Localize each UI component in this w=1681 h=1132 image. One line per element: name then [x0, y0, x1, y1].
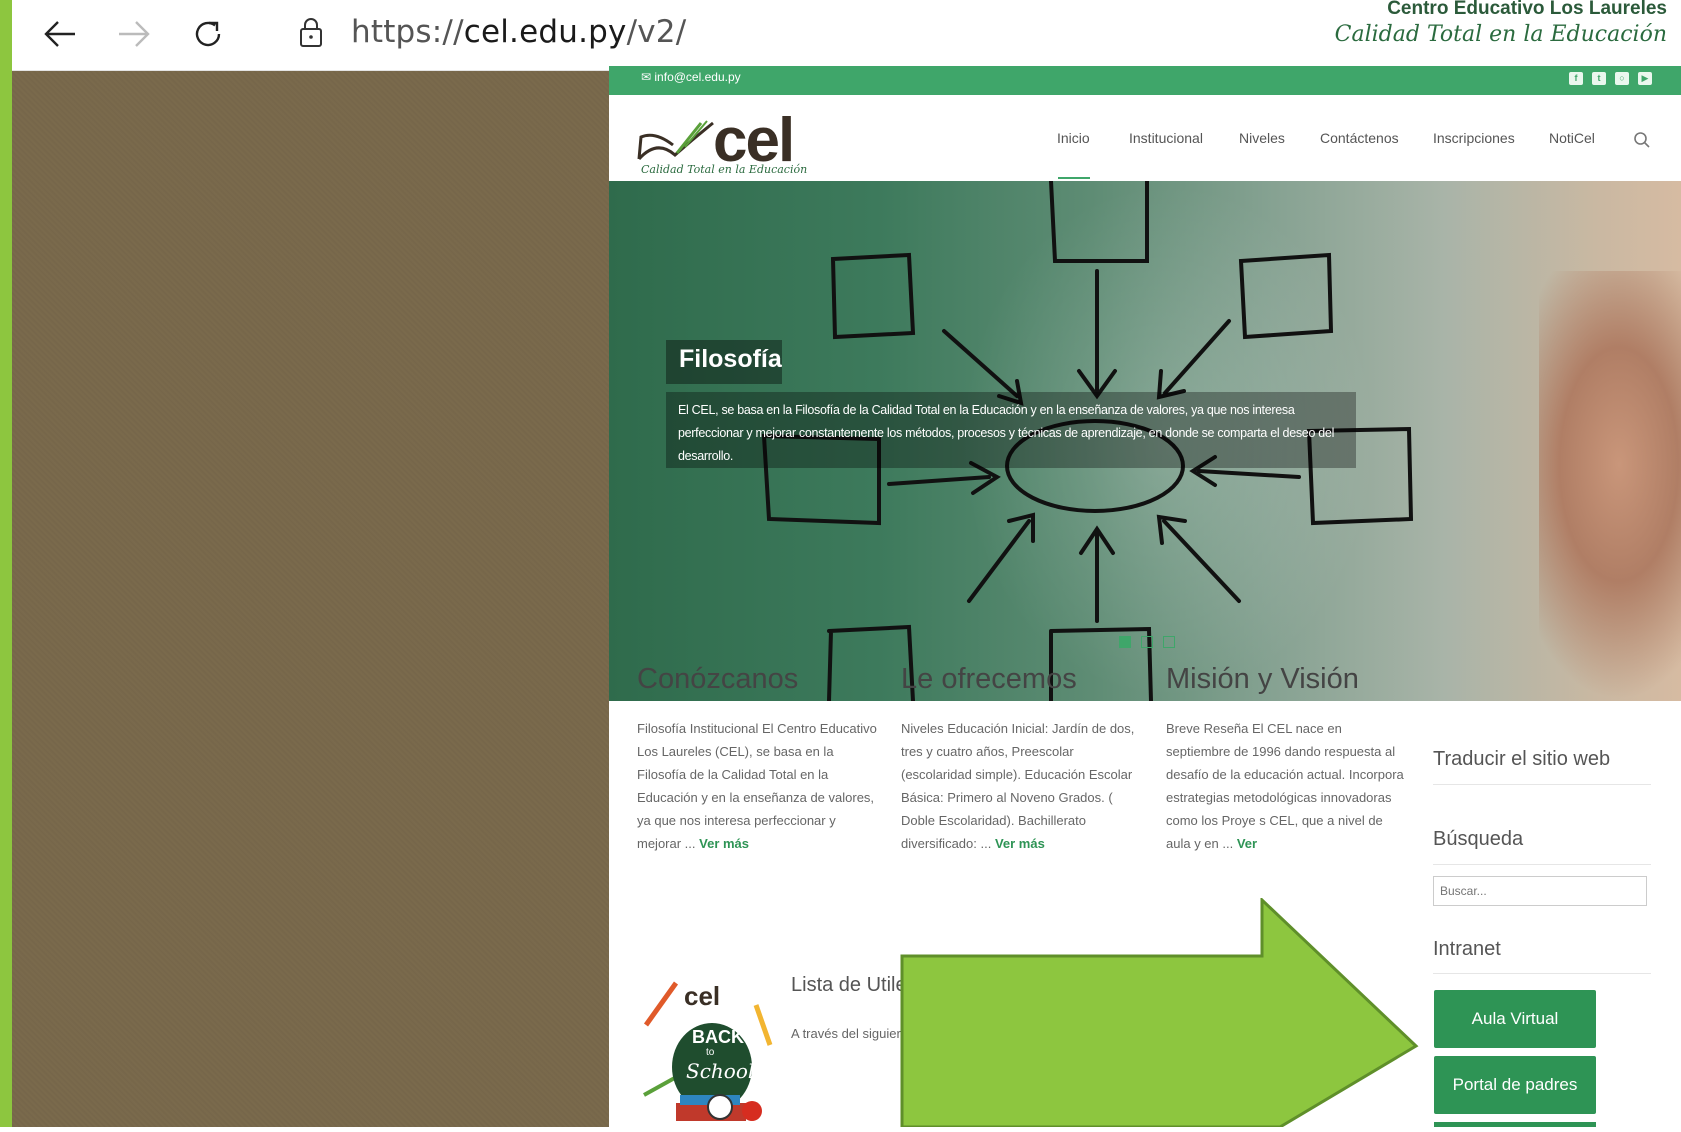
column-text-conozcanos: Filosofía Institucional El Centro Educat… [637, 717, 877, 855]
column-body: Breve Reseña El CEL nace en septiembre d… [1166, 721, 1404, 851]
youtube-icon[interactable]: ▶ [1638, 72, 1652, 85]
column-text-mision: Breve Reseña El CEL nace en septiembre d… [1166, 717, 1406, 855]
translate-title: Traducir el sitio web [1433, 748, 1611, 770]
divider [1433, 973, 1651, 974]
site-logo[interactable]: cel Calidad Total en la Educación [637, 105, 807, 176]
url-host: cel.edu.py [463, 14, 627, 50]
green-arrow-annotation [900, 898, 1419, 1127]
brown-background-panel [12, 70, 609, 1127]
brand-overlay: Centro Educativo Los Laureles Calidad To… [1335, 0, 1667, 52]
hero-slider[interactable]: Filosofía El CEL, se basa en la Filosofí… [609, 181, 1681, 701]
brand-overlay-tagline: Calidad Total en la Educación [1334, 22, 1667, 47]
topbar-email[interactable]: ✉ info@cel.edu.py [641, 70, 741, 84]
ver-mas-link[interactable]: Ver más [699, 836, 749, 851]
utiles-text: A través del siguier [791, 1026, 901, 1041]
brand-overlay-name: Centro Educativo Los Laureles [1387, 0, 1667, 19]
column-title-mision[interactable]: Misión y Visión [1166, 663, 1359, 696]
back-button[interactable] [38, 12, 82, 56]
next-button-edge [1434, 1122, 1596, 1127]
search-input[interactable] [1433, 876, 1647, 906]
menu-institucional[interactable]: Institucional [1129, 130, 1203, 146]
column-title-conozcanos[interactable]: Conózcanos [637, 663, 798, 696]
column-body: Filosofía Institucional El Centro Educat… [637, 721, 877, 851]
menu-inicio[interactable]: Inicio [1057, 130, 1090, 146]
aula-virtual-button[interactable]: Aula Virtual [1434, 990, 1596, 1048]
back-to-school-image[interactable]: cel BACK to School [640, 975, 775, 1127]
ver-mas-link[interactable]: Ver [1237, 836, 1257, 851]
image-to-text: to [706, 1047, 715, 1058]
image-back-text: BACK [692, 1027, 744, 1047]
search-title: Búsqueda [1433, 828, 1524, 850]
url-path: /v2/ [626, 14, 687, 50]
address-bar-url[interactable]: https://cel.edu.py/v2/ [351, 14, 686, 50]
back-arrow-icon [44, 21, 75, 47]
column-text-ofrecemos: Niveles Educación Inicial: Jardín de dos… [901, 717, 1141, 855]
reload-icon [195, 21, 221, 47]
twitter-icon[interactable]: t [1592, 72, 1606, 85]
menu-contactenos[interactable]: Contáctenos [1320, 130, 1399, 146]
lock-icon[interactable] [299, 18, 323, 53]
search-icon[interactable] [1633, 131, 1651, 154]
open-book-logo-icon [637, 120, 714, 161]
site-header: cel Calidad Total en la Educación Inicio… [609, 95, 1681, 181]
url-scheme: https:// [351, 14, 464, 50]
hero-title: Filosofía [679, 345, 782, 373]
image-logo-text: cel [684, 981, 721, 1011]
left-accent-stripe [0, 0, 12, 1127]
slider-dot-3[interactable] [1163, 636, 1175, 648]
hero-caption: El CEL, se basa en la Filosofía de la Ca… [678, 403, 1335, 463]
reload-button[interactable] [186, 12, 230, 56]
intranet-title: Intranet [1433, 938, 1501, 960]
menu-noticel[interactable]: NotiCel [1549, 130, 1595, 146]
logo-tagline: Calidad Total en la Educación [641, 163, 808, 176]
slider-dot-2[interactable] [1141, 636, 1153, 648]
column-title-ofrecemos[interactable]: Le ofrecemos [901, 663, 1077, 696]
facebook-icon[interactable]: f [1569, 72, 1583, 85]
portal-padres-button[interactable]: Portal de padres [1434, 1056, 1596, 1114]
column-body: Niveles Educación Inicial: Jardín de dos… [901, 721, 1135, 851]
divider [1433, 864, 1651, 865]
divider [1433, 784, 1651, 785]
instagram-icon[interactable]: ○ [1615, 72, 1629, 85]
ver-mas-link[interactable]: Ver más [995, 836, 1045, 851]
menu-inscripciones[interactable]: Inscripciones [1433, 130, 1515, 146]
slider-dot-1[interactable] [1119, 636, 1131, 648]
site-topbar: ✉ info@cel.edu.py f t ○ ▶ [609, 66, 1681, 95]
active-menu-indicator [1058, 177, 1090, 179]
forward-button[interactable] [112, 12, 156, 56]
image-school-text: School [686, 1059, 755, 1083]
utiles-title[interactable]: Lista de Utile [791, 974, 907, 997]
topbar-email-text: info@cel.edu.py [654, 70, 741, 84]
forward-arrow-icon [119, 21, 150, 47]
menu-niveles[interactable]: Niveles [1239, 130, 1285, 146]
